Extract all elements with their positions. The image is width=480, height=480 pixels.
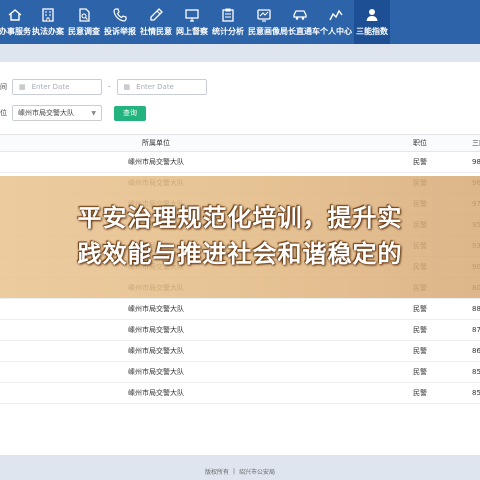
unit-cell: 嵊州市局交警大队 xyxy=(128,347,184,355)
column-header-position[interactable]: 职位 xyxy=(300,138,470,148)
clipboard-icon xyxy=(222,8,234,22)
page-footer: 版权所有 | 绍兴市公安局 xyxy=(0,462,480,480)
nav-label: 统计分析 xyxy=(212,27,244,36)
building-icon xyxy=(42,8,54,22)
date-filter-label: 间 xyxy=(0,83,7,91)
position-cell: 民警 xyxy=(413,158,427,166)
nav-label: 投诉举报 xyxy=(104,27,136,36)
position-cell: 民警 xyxy=(413,305,427,313)
unit-cell: 嵊州市局交警大队 xyxy=(128,389,184,397)
column-header-unit[interactable]: 所属单位 xyxy=(0,138,300,148)
unit-filter-row: 位 嵊州市局交警大队 ▼ 查询 xyxy=(0,104,146,122)
nav-label: 社情民意 xyxy=(140,27,172,36)
date-range-separator: - xyxy=(108,83,111,91)
nav-label: 个人中心 xyxy=(320,27,352,36)
score-cell: 85.5 xyxy=(472,389,480,397)
survey-icon xyxy=(79,8,90,22)
date-filter-row: 间 ▦ Enter Date - ▦ Enter Date xyxy=(0,78,207,96)
calendar-icon: ▦ xyxy=(123,83,131,91)
table-row[interactable]: 嵊州市局交警大队 民警 98.6 xyxy=(0,152,480,173)
monitor-icon xyxy=(185,9,199,22)
unit-select-value: 嵊州市局交警大队 xyxy=(18,109,74,117)
nav-label: 民意画像 xyxy=(248,27,280,36)
phone-icon xyxy=(113,8,127,22)
promo-banner-overlay: 平安治理规范化培训，提升实 践效能与推进社会和谐稳定的 xyxy=(0,176,480,298)
nav-item-public-opinion[interactable]: 社情民意 xyxy=(138,0,174,44)
unit-cell: 嵊州市局交警大队 xyxy=(128,326,184,334)
home-icon xyxy=(8,9,22,21)
nav-item-survey[interactable]: 民意调查 xyxy=(66,0,102,44)
end-date-placeholder: Enter Date xyxy=(136,83,174,91)
position-cell: 民警 xyxy=(413,326,427,334)
start-date-input[interactable]: ▦ Enter Date xyxy=(12,79,102,95)
nav-label: 网上督察 xyxy=(176,27,208,36)
score-cell: 85.3 xyxy=(472,368,480,376)
table-row[interactable]: 嵊州市局交警大队 民警 85.5 xyxy=(0,383,480,404)
footer-organization: 绍兴市公安局 xyxy=(239,468,276,476)
position-cell: 民警 xyxy=(413,368,427,376)
table-row[interactable]: 嵊州市局交警大队 民警 88.5 xyxy=(0,299,480,320)
nav-label: 三能指数 xyxy=(356,27,388,36)
nav-item-portrait[interactable]: 民意画像 xyxy=(246,0,282,44)
unit-cell: 嵊州市局交警大队 xyxy=(128,158,184,166)
nav-item-law-enforcement[interactable]: 执法办案 xyxy=(30,0,66,44)
end-date-input[interactable]: ▦ Enter Date xyxy=(116,79,207,95)
score-cell: 98.6 xyxy=(472,158,480,166)
table-row[interactable]: 嵊州市局交警大队 民警 87.5 xyxy=(0,320,480,341)
banner-headline-line-2: 践效能与推进社会和谐稳定的 xyxy=(77,240,403,268)
unit-select[interactable]: 嵊州市局交警大队 ▼ xyxy=(12,105,102,121)
top-nav-bar: 办事服务 执法办案 民意调查 投诉举报 社情民意 网上督察 统计分析 民意画像 … xyxy=(0,0,480,44)
unit-filter-label: 位 xyxy=(0,109,7,117)
column-header-score[interactable]: 三能指 xyxy=(470,138,480,148)
banner-headline-line-1: 平安治理规范化培训，提升实 xyxy=(77,204,403,232)
screen-icon xyxy=(257,9,271,22)
nav-item-three-ability-index[interactable]: 三能指数 xyxy=(354,0,390,44)
start-date-placeholder: Enter Date xyxy=(31,83,70,91)
table-row[interactable]: 嵊州市局交警大队 民警 86.3 xyxy=(0,341,480,362)
footer-copyright: 版权所有 xyxy=(204,468,229,476)
position-cell: 民警 xyxy=(413,389,427,397)
nav-label: 执法办案 xyxy=(32,27,64,36)
table-row[interactable]: 嵊州市局交警大队 民警 85.3 xyxy=(0,362,480,383)
table-header: 所属单位 职位 三能指 xyxy=(0,134,480,152)
position-cell: 民警 xyxy=(413,347,427,355)
score-cell: 88.5 xyxy=(472,305,480,313)
unit-cell: 嵊州市局交警大队 xyxy=(128,305,184,313)
footer-divider: | xyxy=(232,467,236,475)
nav-item-director-line[interactable]: 局长直通车 xyxy=(280,0,320,44)
nav-item-supervision[interactable]: 网上督察 xyxy=(174,0,210,44)
nav-item-service[interactable]: 办事服务 xyxy=(0,0,31,44)
chevron-down-icon: ▼ xyxy=(91,109,96,117)
score-cell: 86.3 xyxy=(472,347,480,355)
nav-item-personal-center[interactable]: 个人中心 xyxy=(318,0,354,44)
score-cell: 87.5 xyxy=(472,326,480,334)
query-button[interactable]: 查询 xyxy=(114,105,146,121)
pen-icon xyxy=(150,8,163,21)
chart-icon xyxy=(329,9,343,21)
nav-item-complaint[interactable]: 投诉举报 xyxy=(102,0,138,44)
car-icon xyxy=(293,10,307,20)
unit-cell: 嵊州市局交警大队 xyxy=(128,368,184,376)
user-icon xyxy=(366,9,378,21)
calendar-icon: ▦ xyxy=(19,83,26,91)
nav-label: 办事服务 xyxy=(0,27,31,36)
nav-item-statistics[interactable]: 统计分析 xyxy=(210,0,246,44)
nav-label: 局长直通车 xyxy=(280,27,320,36)
nav-label: 民意调查 xyxy=(68,27,100,36)
